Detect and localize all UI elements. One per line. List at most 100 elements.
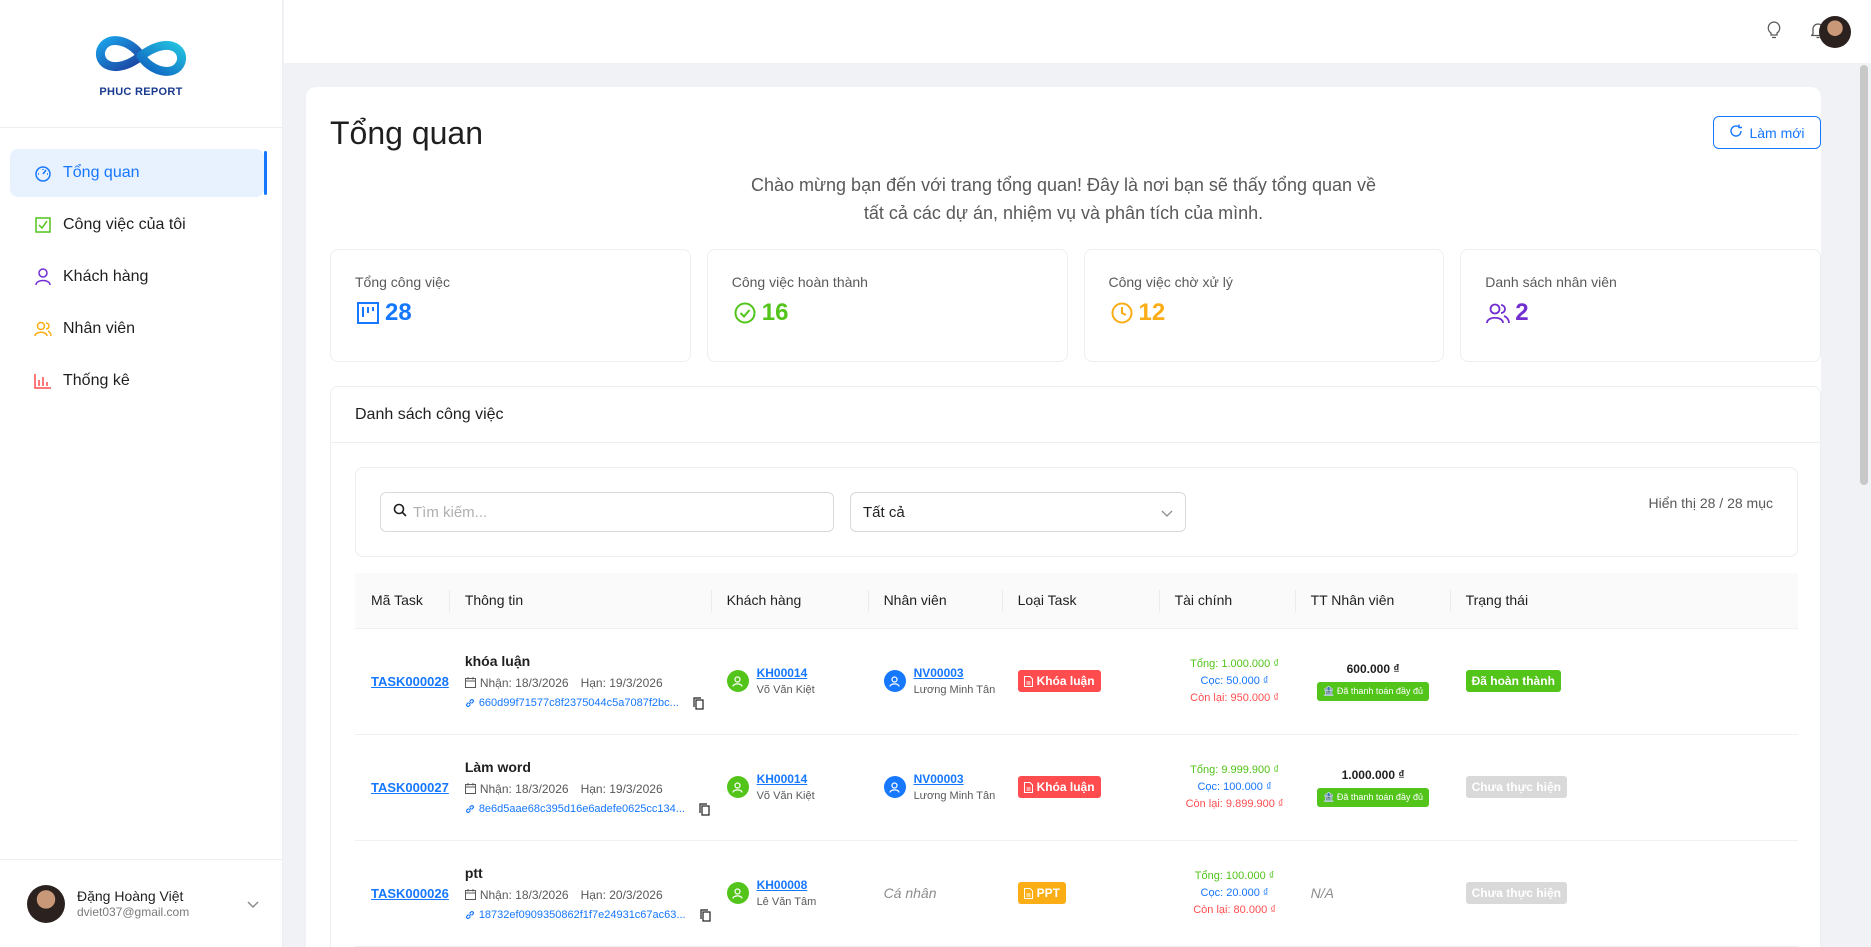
avatar[interactable]: [1819, 16, 1851, 48]
task-title: khóa luận: [464, 652, 531, 669]
refresh-button[interactable]: Làm mới: [1713, 116, 1821, 149]
user-profile[interactable]: Đặng Hoàng Việt dviet037@gmail.com: [0, 859, 283, 947]
stat-value: 16: [761, 299, 789, 326]
sidebar-item-overview[interactable]: Tổng quan: [10, 149, 267, 197]
column-header[interactable]: Mã Task: [355, 573, 449, 629]
customer-code-link[interactable]: KH00014: [757, 666, 815, 680]
column-header[interactable]: Nhân viên: [867, 573, 1002, 629]
brand-name: PHUC REPORT: [99, 85, 183, 98]
employee-cell: NV00003 Lương Minh Tân: [883, 666, 1002, 696]
customer-name: Lê Văn Tâm: [756, 896, 817, 908]
finance-deposit: Cọc: 100.000 ₫: [1197, 780, 1272, 793]
task-id-link[interactable]: TASK000028: [371, 674, 449, 689]
task-link[interactable]: 660d99f71577c8f2375044c5a7087f2bc...: [465, 696, 711, 710]
sidebar-item-customers[interactable]: Khách hàng: [10, 253, 264, 301]
user-icon: [883, 670, 906, 692]
employee-name: Lương Minh Tân: [913, 684, 996, 696]
sidebar-item-label: Thống kê: [63, 372, 130, 389]
employee-cell: NV00003 Lương Minh Tân: [883, 772, 1002, 802]
copy-icon[interactable]: [699, 908, 711, 922]
column-header[interactable]: Khách hàng: [710, 573, 868, 629]
column-header[interactable]: Tài chính: [1158, 573, 1295, 629]
status-badge: Đã hoàn thành: [1465, 670, 1561, 692]
link-icon: [465, 910, 475, 920]
employee-payment-amount: 600.000 ₫: [1346, 661, 1400, 676]
dashboard-icon: [33, 163, 53, 183]
employee-payment-cell: 1.000.000 ₫ 🏦 Đã thanh toán đầy đủ: [1311, 768, 1436, 807]
main-content: Tổng quan Làm mới Chào mừng bạn đến với …: [306, 87, 1821, 947]
bulb-icon[interactable]: [1764, 20, 1784, 40]
table-row[interactable]: TASK000026 ptt Nhận: 18/3/2026 Hạn: 20/3…: [355, 840, 1798, 947]
deadline-date: Hạn: 19/3/2026: [580, 675, 663, 690]
sidebar-item-employees[interactable]: Nhân viên: [10, 305, 264, 353]
link-icon: [465, 698, 475, 708]
stat-card-employees: Danh sách nhân viên 2: [1460, 249, 1821, 362]
finance-total: Tổng: 100.000 ₫: [1194, 869, 1275, 882]
task-list-card: Danh sách công việc Tất cả Hiển thị 28 /…: [330, 386, 1821, 947]
task-id-link[interactable]: TASK000026: [371, 886, 449, 901]
user-email: dviet037@gmail.com: [77, 905, 190, 919]
finance-cell: Tổng: 100.000 ₫ Cọc: 20.000 ₫ Còn lại: 8…: [1175, 868, 1295, 919]
select-value: Tất cả: [863, 503, 905, 521]
stat-value: 12: [1138, 299, 1166, 326]
payment-badge: 🏦 Đã thanh toán đầy đủ: [1317, 787, 1429, 807]
sidebar-item-label: Công việc của tôi: [63, 216, 186, 233]
scrollbar-thumb[interactable]: [1860, 65, 1868, 485]
sidebar-item-my-tasks[interactable]: Công việc của tôi: [10, 201, 264, 249]
column-header[interactable]: Thông tin: [448, 573, 711, 629]
finance-total: Tổng: 9.999.900 ₫: [1190, 763, 1279, 776]
column-header[interactable]: TT Nhân viên: [1294, 573, 1450, 629]
refresh-label: Làm mới: [1749, 124, 1805, 141]
search-input[interactable]: [380, 492, 834, 532]
customer-code-link[interactable]: KH00014: [757, 772, 815, 786]
search-field[interactable]: [413, 503, 813, 521]
task-link[interactable]: 8e6d5aae68c395d16e6adefe0625cc134...: [465, 802, 711, 816]
employee-code-link[interactable]: NV00003: [914, 772, 996, 786]
result-count: Hiển thị 28 / 28 mục: [1648, 495, 1773, 511]
finance-remaining: Còn lại: 9.899.900 ₫: [1185, 797, 1284, 810]
task-id-link[interactable]: TASK000027: [371, 780, 449, 795]
sidebar-nav: Tổng quan Công việc của tôi Khách hàng N…: [0, 128, 282, 405]
clock-icon: [1109, 300, 1135, 326]
task-type-tag: Khóa luận: [1017, 670, 1101, 692]
task-title: Làm word: [464, 758, 531, 775]
customer-code-link[interactable]: KH00008: [757, 878, 817, 892]
copy-icon[interactable]: [693, 696, 704, 710]
user-icon: [883, 776, 906, 798]
status-badge: Chưa thực hiện: [1465, 882, 1567, 904]
task-link[interactable]: 18732ef0909350862f1f7e24931c67ac63...: [465, 908, 711, 922]
sidebar-item-statistics[interactable]: Thống kê: [10, 357, 264, 405]
finance-deposit: Cọc: 20.000 ₫: [1200, 886, 1269, 899]
calendar-icon: [464, 889, 476, 900]
page-title: Tổng quan: [330, 115, 484, 151]
employee-name: Lương Minh Tân: [913, 790, 996, 802]
task-table: Mã Task Thông tin Khách hàng Nhân viên L…: [355, 573, 1798, 947]
logo[interactable]: PHUC REPORT: [0, 0, 282, 128]
copy-icon[interactable]: [699, 802, 710, 816]
table-row[interactable]: TASK000027 Làm word Nhận: 18/3/2026 Hạn:…: [355, 734, 1798, 841]
file-icon: [1023, 781, 1033, 793]
status-filter-select[interactable]: Tất cả: [850, 492, 1186, 532]
table-row[interactable]: TASK000028 khóa luận Nhận: 18/3/2026 Hạn…: [355, 628, 1798, 735]
employee-code-link[interactable]: NV00003: [914, 666, 996, 680]
link-text: 18732ef0909350862f1f7e24931c67ac63...: [478, 909, 686, 921]
payment-badge: 🏦 Đã thanh toán đầy đủ: [1317, 681, 1429, 701]
status-badge: Chưa thực hiện: [1465, 776, 1567, 798]
calendar-icon: [464, 677, 476, 688]
customer-name: Võ Văn Kiệt: [756, 684, 815, 696]
sidebar-item-label: Khách hàng: [63, 268, 149, 285]
team-icon: [1485, 300, 1511, 326]
task-type-tag: PPT: [1017, 882, 1066, 904]
received-date: Nhận: 18/3/2026: [479, 675, 569, 690]
stat-card-pending: Công việc chờ xử lý 12: [1083, 249, 1445, 362]
task-type-tag: Khóa luận: [1017, 776, 1101, 798]
chevron-down-icon[interactable]: [247, 896, 259, 914]
deadline-date: Hạn: 20/3/2026: [580, 887, 663, 902]
user-icon: [726, 670, 749, 692]
user-name: Đặng Hoàng Việt: [77, 888, 184, 904]
column-header[interactable]: Loại Task: [1001, 573, 1159, 629]
page-scrollbar[interactable]: [1859, 63, 1869, 947]
sidebar-item-label: Tổng quan: [63, 164, 140, 181]
check-circle-icon: [732, 300, 758, 326]
column-header[interactable]: Trạng thái: [1449, 573, 1798, 629]
